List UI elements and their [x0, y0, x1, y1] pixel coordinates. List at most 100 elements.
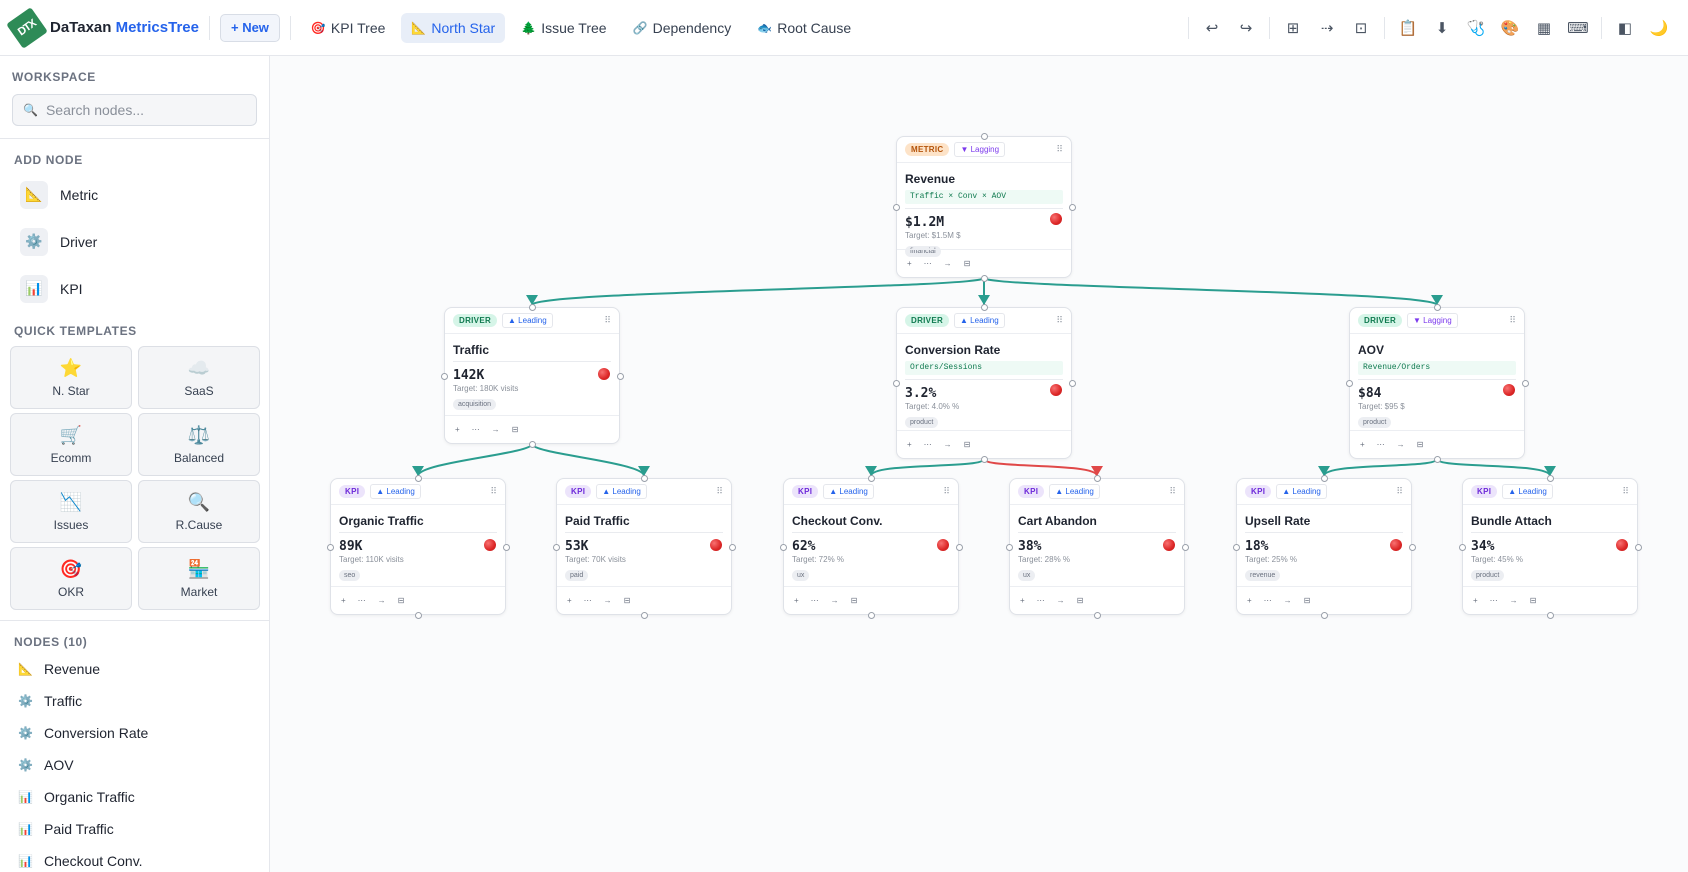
port-top[interactable]: [981, 133, 988, 140]
port-right[interactable]: [1182, 543, 1189, 551]
clipboard-icon[interactable]: 📋: [1391, 13, 1425, 43]
add-child-icon[interactable]: +: [341, 596, 346, 605]
moon-icon[interactable]: 🌙: [1642, 13, 1676, 43]
keyboard-icon[interactable]: ⌨: [1561, 13, 1595, 43]
port-right[interactable]: [617, 372, 624, 380]
port-left[interactable]: [1459, 543, 1466, 551]
edge-traffic-organic-traffic[interactable]: [417, 443, 533, 477]
link-arrow-icon[interactable]: →: [492, 425, 500, 434]
drag-handle-icon[interactable]: ⠿: [1622, 486, 1629, 497]
node-card-aov[interactable]: Driver ▼ Lagging ⠿ AOV Revenue/Orders $84 Targ…: [1346, 304, 1529, 463]
link-arrow-icon[interactable]: →: [1057, 596, 1065, 605]
port-top[interactable]: [641, 475, 648, 482]
template-balanced[interactable]: ⚖️ Balanced: [138, 413, 260, 476]
port-right[interactable]: [1635, 543, 1642, 551]
node-card-checkout-conv[interactable]: KPI ▲ Leading ⠿ Checkout Conv. 62% Target: 72…: [780, 475, 963, 619]
add-child-icon[interactable]: +: [1247, 596, 1252, 605]
table-icon[interactable]: ▦: [1527, 13, 1561, 43]
port-top[interactable]: [415, 475, 422, 482]
port-right[interactable]: [1409, 543, 1416, 551]
collapse-icon[interactable]: ⊟: [512, 425, 519, 434]
search-box[interactable]: 🔍: [12, 94, 257, 126]
template-saas[interactable]: ☁️ SaaS: [138, 346, 260, 409]
port-right[interactable]: [1522, 380, 1529, 387]
redo-icon[interactable]: ↪: [1229, 13, 1263, 43]
collapse-icon[interactable]: ⊟: [398, 596, 405, 605]
node-card-revenue[interactable]: Metric ▼ Lagging ⠿ Revenue Traffic × Conv × …: [893, 133, 1076, 282]
port-left[interactable]: [553, 543, 560, 551]
download-icon[interactable]: ⬇: [1425, 13, 1459, 43]
collapse-icon[interactable]: ⊟: [1417, 440, 1424, 449]
template-north-star[interactable]: ⭐ N. Star: [10, 346, 132, 409]
arrow-right-icon[interactable]: ⇢: [1310, 13, 1344, 43]
drag-handle-icon[interactable]: ⠿: [1056, 315, 1063, 326]
port-bottom[interactable]: [981, 275, 988, 282]
port-top[interactable]: [1321, 475, 1328, 482]
add-child-icon[interactable]: +: [567, 596, 572, 605]
more-icon[interactable]: ⋯: [1037, 596, 1045, 605]
node-card-organic-traffic[interactable]: KPI ▲ Leading ⠿ Organic Traffic 89K Target: 1…: [327, 475, 510, 619]
port-top[interactable]: [1094, 475, 1101, 482]
more-icon[interactable]: ⋯: [358, 596, 366, 605]
tab-dependency[interactable]: 🔗 Dependency: [623, 13, 742, 43]
port-top[interactable]: [529, 304, 536, 311]
more-icon[interactable]: ⋯: [924, 259, 932, 268]
port-left[interactable]: [1233, 543, 1240, 551]
tab-kpi-tree[interactable]: 🎯 KPI Tree: [301, 13, 395, 43]
grid-icon[interactable]: ⊞: [1276, 13, 1310, 43]
collapse-icon[interactable]: ⊟: [851, 596, 858, 605]
port-top[interactable]: [1434, 304, 1441, 311]
add-child-icon[interactable]: +: [907, 440, 912, 449]
port-left[interactable]: [893, 380, 900, 387]
drag-handle-icon[interactable]: ⠿: [943, 486, 950, 497]
node-list-item[interactable]: ⚙️ Traffic: [0, 685, 269, 717]
palette-icon[interactable]: 🎨: [1493, 13, 1527, 43]
link-arrow-icon[interactable]: →: [1397, 440, 1405, 449]
drag-handle-icon[interactable]: ⠿: [716, 486, 723, 497]
template-okr[interactable]: 🎯 OKR: [10, 547, 132, 610]
port-top[interactable]: [1547, 475, 1554, 482]
drag-handle-icon[interactable]: ⠿: [1056, 144, 1063, 155]
port-bottom[interactable]: [1434, 456, 1441, 463]
node-card-paid-traffic[interactable]: KPI ▲ Leading ⠿ Paid Traffic 53K Target: 70K …: [553, 475, 736, 619]
collapse-icon[interactable]: ⊟: [964, 259, 971, 268]
port-right[interactable]: [503, 543, 510, 551]
port-left[interactable]: [441, 372, 448, 380]
tree-canvas[interactable]: Metric ▼ Lagging ⠿ Revenue Traffic × Conv × …: [270, 56, 1688, 872]
add-kpi-button[interactable]: 📊 KPI: [0, 265, 269, 312]
link-arrow-icon[interactable]: →: [1510, 596, 1518, 605]
template-root-cause[interactable]: 🔍 R.Cause: [138, 480, 260, 543]
panel-icon[interactable]: ◧: [1608, 13, 1642, 43]
edge-conversion-rate-checkout-conv[interactable]: [870, 458, 985, 477]
add-child-icon[interactable]: +: [907, 259, 912, 268]
drag-handle-icon[interactable]: ⠿: [604, 315, 611, 326]
stethoscope-icon[interactable]: 🩺: [1459, 13, 1493, 43]
collapse-icon[interactable]: ⊟: [1077, 596, 1084, 605]
node-list-item[interactable]: 📊 Checkout Conv.: [0, 845, 269, 872]
add-metric-button[interactable]: 📐 Metric: [0, 171, 269, 218]
drag-handle-icon[interactable]: ⠿: [1169, 486, 1176, 497]
port-right[interactable]: [729, 543, 736, 551]
collapse-icon[interactable]: ⊟: [624, 596, 631, 605]
port-bottom[interactable]: [1547, 612, 1554, 619]
port-top[interactable]: [981, 304, 988, 311]
drag-handle-icon[interactable]: ⠿: [490, 486, 497, 497]
port-left[interactable]: [327, 543, 334, 551]
port-top[interactable]: [868, 475, 875, 482]
node-list-item[interactable]: ⚙️ AOV: [0, 749, 269, 781]
add-driver-button[interactable]: ⚙️ Driver: [0, 218, 269, 265]
port-left[interactable]: [1006, 543, 1013, 551]
node-list-item[interactable]: 📊 Organic Traffic: [0, 781, 269, 813]
port-bottom[interactable]: [868, 612, 875, 619]
more-icon[interactable]: ⋯: [1264, 596, 1272, 605]
port-left[interactable]: [893, 204, 900, 211]
add-child-icon[interactable]: +: [1473, 596, 1478, 605]
more-icon[interactable]: ⋯: [924, 440, 932, 449]
drag-handle-icon[interactable]: ⠿: [1509, 315, 1516, 326]
collapse-icon[interactable]: ⊟: [1530, 596, 1537, 605]
port-left[interactable]: [780, 543, 787, 551]
node-card-bundle-attach[interactable]: KPI ▲ Leading ⠿ Bundle Attach 34% Target: 45%…: [1459, 475, 1642, 619]
more-icon[interactable]: ⋯: [1490, 596, 1498, 605]
template-market[interactable]: 🏪 Market: [138, 547, 260, 610]
node-card-traffic[interactable]: Driver ▲ Leading ⠿ Traffic 142K Target: 180K …: [441, 304, 624, 448]
